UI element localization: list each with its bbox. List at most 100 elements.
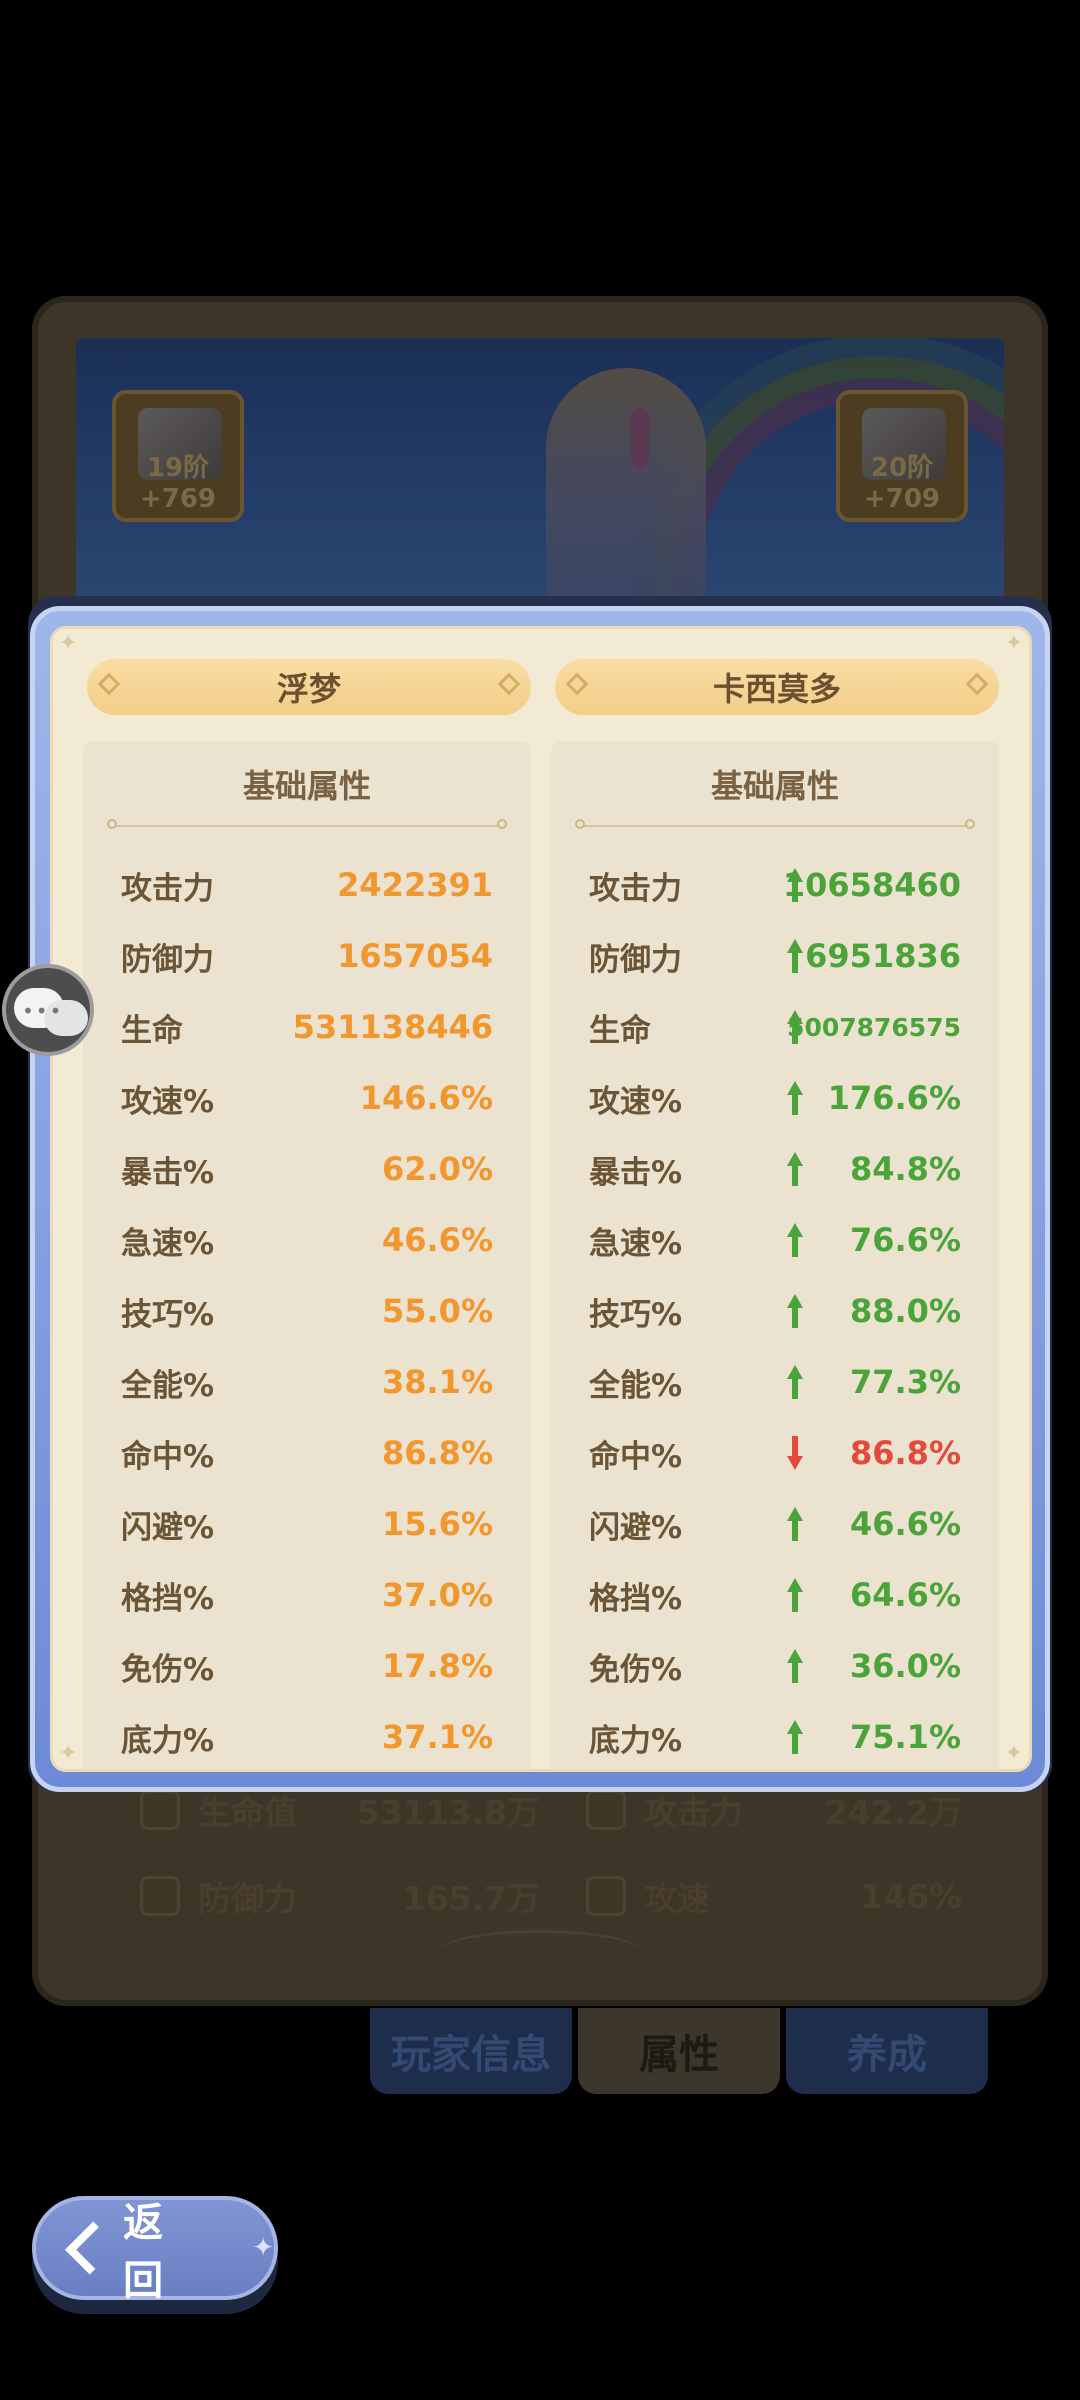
character-portrait bbox=[546, 368, 706, 600]
divider-dot bbox=[107, 819, 117, 829]
stat-row: 急速% 46.6% bbox=[121, 1210, 493, 1270]
stat-label: 防御力 bbox=[589, 941, 682, 978]
back-arrow-icon bbox=[64, 2221, 119, 2275]
back-button[interactable]: 返 回 ✦ bbox=[32, 2196, 278, 2304]
character-hair bbox=[631, 408, 649, 468]
stat-value: 38.1% bbox=[381, 1363, 493, 1401]
speed-icon bbox=[586, 1876, 626, 1916]
player-name-left: 浮梦 bbox=[87, 659, 531, 715]
section-title: 基础属性 bbox=[710, 767, 839, 805]
stat-row: 全能% 77.3% bbox=[589, 1352, 961, 1412]
chat-bubble-button[interactable]: ••• bbox=[2, 964, 94, 1056]
stat-value: 146.6% bbox=[359, 1079, 493, 1117]
stat-label: 防御力 bbox=[121, 941, 214, 978]
stat-label: 急速% bbox=[121, 1225, 215, 1262]
stat-row: 技巧% 55.0% bbox=[121, 1281, 493, 1341]
tab-attributes[interactable]: 属性 bbox=[578, 2008, 780, 2094]
equip-level-label: 19阶+769 bbox=[139, 453, 217, 514]
stat-value: 64.6% bbox=[849, 1576, 961, 1614]
stat-label: 格挡% bbox=[589, 1580, 683, 1617]
player-name-text: 卡西莫多 bbox=[712, 670, 841, 708]
stat-value: 55.0% bbox=[381, 1292, 493, 1330]
stat-row: 免伤% 17.8% bbox=[121, 1636, 493, 1696]
stat-row: 攻击力 10658460 bbox=[589, 855, 961, 915]
stat-panel-right[interactable]: 基础属性 攻击力 10658460 防御力 6951836 生命 5007876575 攻速… bbox=[551, 741, 999, 1769]
stat-value: 1657054 bbox=[337, 937, 493, 975]
stat-label: 全能% bbox=[121, 1367, 215, 1404]
stat-value: 84.8% bbox=[849, 1150, 961, 1188]
arrow-up-icon bbox=[787, 1578, 803, 1612]
equip-slot-right[interactable]: 20阶+709 bbox=[836, 390, 968, 522]
arrow-up-icon bbox=[787, 1649, 803, 1683]
divider-dot bbox=[575, 819, 585, 829]
stat-label: 底力% bbox=[121, 1722, 215, 1759]
diamond-icon bbox=[965, 672, 989, 696]
corner-ornament: ✦ bbox=[59, 1741, 78, 1766]
diamond-icon bbox=[497, 672, 521, 696]
stat-row: 闪避% 15.6% bbox=[121, 1494, 493, 1554]
bg-stat-defense: 防御力 165.7万 bbox=[140, 1866, 540, 1926]
bg-stat-label: 生命值 bbox=[198, 1793, 297, 1832]
bottom-tabs: 玩家信息 属性 养成 bbox=[370, 2008, 988, 2094]
stat-row: 命中% 86.8% bbox=[589, 1423, 961, 1483]
stat-row: 格挡% 37.0% bbox=[121, 1565, 493, 1625]
bg-stat-speed: 攻速 146% bbox=[586, 1866, 962, 1926]
stat-row: 防御力 1657054 bbox=[121, 926, 493, 986]
stat-label: 急速% bbox=[589, 1225, 683, 1262]
arrow-up-icon bbox=[787, 1294, 803, 1328]
stat-row: 免伤% 36.0% bbox=[589, 1636, 961, 1696]
stat-label: 闪避% bbox=[121, 1509, 215, 1546]
stat-row: 命中% 86.8% bbox=[121, 1423, 493, 1483]
stat-label: 技巧% bbox=[121, 1296, 215, 1333]
stat-row: 生命 5007876575 bbox=[589, 997, 961, 1057]
corner-ornament: ✦ bbox=[1004, 631, 1023, 656]
stat-label: 命中% bbox=[121, 1438, 215, 1475]
stat-value: 75.1% bbox=[849, 1718, 961, 1756]
stat-label: 免伤% bbox=[589, 1651, 683, 1688]
bg-stat-value: 165.7万 bbox=[402, 1879, 540, 1918]
stat-value: 37.1% bbox=[381, 1718, 493, 1756]
stat-value: 62.0% bbox=[381, 1150, 493, 1188]
stat-value: 531138446 bbox=[292, 1008, 493, 1046]
stat-row: 攻速% 146.6% bbox=[121, 1068, 493, 1128]
tab-cultivation[interactable]: 养成 bbox=[786, 2008, 988, 2094]
player-name-right: 卡西莫多 bbox=[555, 659, 999, 715]
equip-level-label: 20阶+709 bbox=[863, 453, 941, 514]
compare-modal: ✦ ✦ ✦ ✦ 浮梦 基础属性 攻击力 2422391 防御力 1657054 生命 53… bbox=[50, 626, 1032, 1772]
equip-slot-left[interactable]: 19阶+769 bbox=[112, 390, 244, 522]
stat-panel-left[interactable]: 基础属性 攻击力 2422391 防御力 1657054 生命 531138446 攻速% 1… bbox=[83, 741, 531, 1769]
stat-label: 攻击力 bbox=[121, 870, 214, 907]
heart-icon bbox=[140, 1790, 180, 1830]
ornament-divider bbox=[440, 1930, 640, 1973]
shield-icon bbox=[140, 1876, 180, 1916]
section-divider bbox=[575, 819, 975, 829]
stat-label: 命中% bbox=[589, 1438, 683, 1475]
stat-label: 底力% bbox=[589, 1722, 683, 1759]
bg-stat-value: 146% bbox=[860, 1876, 962, 1916]
bg-stat-label: 攻速 bbox=[644, 1879, 710, 1918]
bg-stat-value: 242.2万 bbox=[824, 1793, 962, 1832]
stat-label: 暴击% bbox=[589, 1154, 683, 1191]
arrow-up-icon bbox=[787, 1507, 803, 1541]
stat-value: 10658460 bbox=[782, 866, 961, 904]
stat-label: 生命 bbox=[589, 1012, 651, 1049]
stat-value: 37.0% bbox=[381, 1576, 493, 1614]
corner-ornament: ✦ bbox=[59, 631, 78, 656]
stat-row: 全能% 38.1% bbox=[121, 1352, 493, 1412]
stat-row: 底力% 37.1% bbox=[121, 1707, 493, 1767]
stat-value: 36.0% bbox=[849, 1647, 961, 1685]
corner-ornament: ✦ bbox=[1004, 1741, 1023, 1766]
stat-value: 86.8% bbox=[849, 1434, 961, 1472]
bg-stat-value: 53113.8万 bbox=[356, 1793, 540, 1832]
stat-row: 暴击% 84.8% bbox=[589, 1139, 961, 1199]
stat-row: 技巧% 88.0% bbox=[589, 1281, 961, 1341]
stat-value: 77.3% bbox=[849, 1363, 961, 1401]
stat-label: 技巧% bbox=[589, 1296, 683, 1333]
tab-player-info[interactable]: 玩家信息 bbox=[370, 2008, 572, 2094]
stat-row: 急速% 76.6% bbox=[589, 1210, 961, 1270]
stat-label: 攻击力 bbox=[589, 870, 682, 907]
stat-value: 46.6% bbox=[849, 1505, 961, 1543]
sparkle-icon: ✦ bbox=[252, 2233, 274, 2263]
player-name-text: 浮梦 bbox=[276, 670, 341, 708]
stat-label: 攻速% bbox=[121, 1083, 215, 1120]
